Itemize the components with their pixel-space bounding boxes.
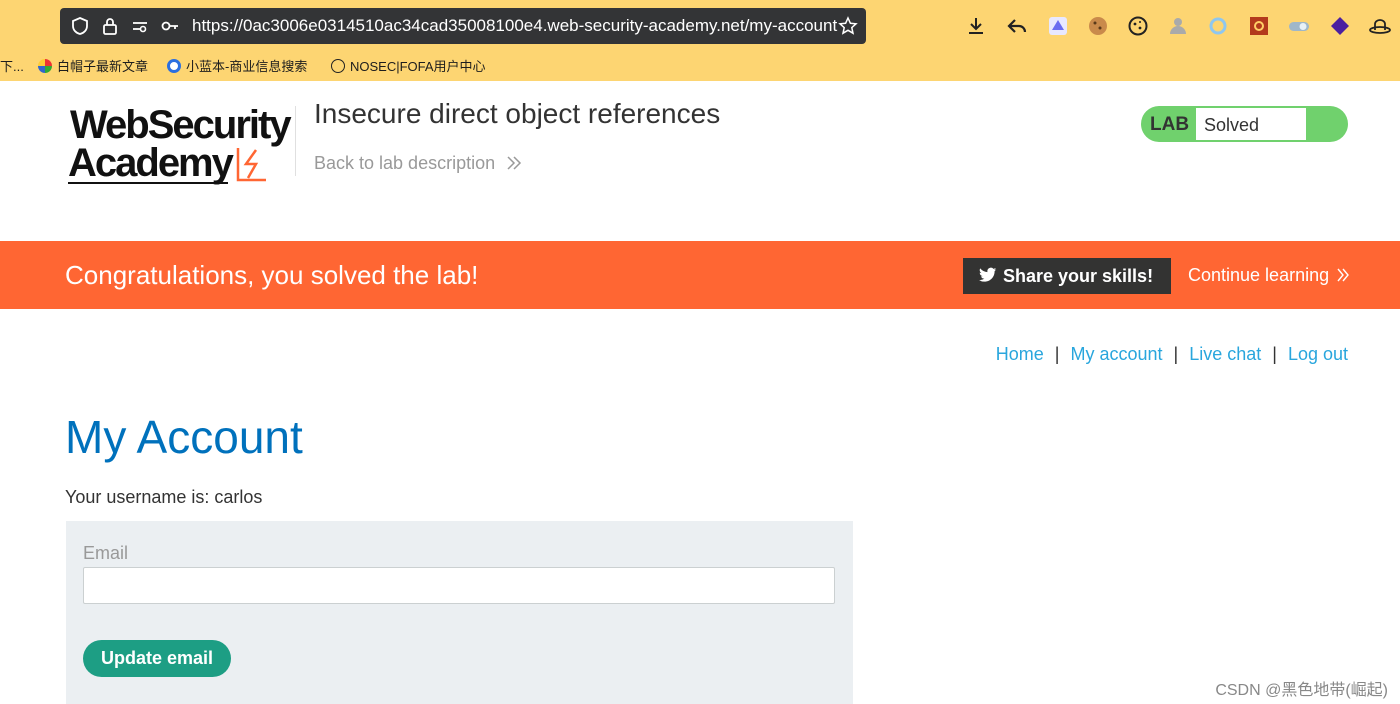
bookmark-label[interactable]: NOSEC|FOFA用户中心: [350, 59, 486, 74]
header-divider: [295, 106, 296, 176]
download-icon[interactable]: [964, 14, 988, 38]
double-chevron-right-icon: [507, 156, 522, 170]
ring-extension-icon[interactable]: [1206, 14, 1230, 38]
cookie-extension-icon[interactable]: [1086, 14, 1110, 38]
lock-icon[interactable]: [100, 16, 120, 36]
blue-q-icon: [167, 59, 181, 73]
browser-chrome: https://0ac3006e0314510ac34cad35008100e4…: [0, 0, 1400, 81]
nav-live-chat[interactable]: Live chat: [1189, 344, 1261, 364]
address-bar[interactable]: https://0ac3006e0314510ac34cad35008100e4…: [60, 8, 866, 44]
nav-log-out[interactable]: Log out: [1288, 344, 1348, 364]
email-label: Email: [83, 543, 129, 563]
page-title: My Account: [65, 411, 303, 463]
bookmark-label[interactable]: 下...: [0, 59, 24, 74]
shield-icon[interactable]: [70, 16, 90, 36]
continue-label[interactable]: Continue learning: [1188, 265, 1329, 285]
nav-my-account[interactable]: My account: [1070, 344, 1162, 364]
bookmark-star-icon[interactable]: [838, 16, 858, 36]
nav-separator: |: [1272, 344, 1277, 364]
permissions-icon[interactable]: [130, 16, 150, 36]
nav-separator: |: [1054, 344, 1060, 364]
bookmark-item[interactable]: 小蓝本-商业信息搜索: [167, 56, 307, 75]
academy-logo[interactable]: WebSecurity Academy: [68, 104, 294, 186]
update-email-button[interactable]: Update email: [83, 640, 231, 677]
colorful-circle-icon: [38, 59, 52, 73]
logo-line-2: Academy: [68, 141, 234, 185]
person-extension-icon[interactable]: [1166, 14, 1190, 38]
share-button-label[interactable]: Share your skills!: [1003, 266, 1153, 286]
solved-banner: Congratulations, you solved the lab! Sha…: [0, 241, 1400, 309]
bookmark-item[interactable]: NOSEC|FOFA用户中心: [331, 56, 486, 75]
back-link-label[interactable]: Back to lab description: [314, 153, 495, 173]
bookmark-label[interactable]: 白帽子最新文章: [57, 59, 148, 74]
csdn-watermark: CSDN @黑色地带(崛起): [1215, 682, 1388, 699]
badge-status: Solved: [1196, 108, 1306, 140]
nav-separator: |: [1173, 344, 1179, 364]
badge-lab-label: LAB: [1150, 114, 1190, 135]
continue-learning-link[interactable]: Continue learning: [1188, 265, 1350, 286]
lab-title: Insecure direct object references: [314, 98, 721, 129]
bookmark-label[interactable]: 小蓝本-商业信息搜索: [186, 59, 307, 74]
username-text: Your username is: carlos: [65, 487, 263, 507]
reply-arrow-icon[interactable]: [1005, 14, 1029, 38]
bookmark-item[interactable]: 下...: [0, 56, 24, 75]
diamond-extension-icon[interactable]: [1328, 14, 1352, 38]
double-chevron-right-icon: [1337, 268, 1350, 282]
logo-bolt-icon: [236, 148, 266, 182]
twitter-icon: [979, 267, 997, 282]
toggle-extension-icon[interactable]: [1287, 14, 1311, 38]
bookmark-item[interactable]: 白帽子最新文章: [38, 56, 148, 75]
extension-bird-icon[interactable]: [1046, 14, 1070, 38]
gear-extension-icon[interactable]: [1247, 14, 1271, 38]
key-icon[interactable]: [160, 16, 180, 36]
congratulations-message: Congratulations, you solved the lab!: [65, 260, 479, 290]
globe-icon: [331, 59, 345, 73]
logo-underline: [68, 182, 228, 184]
bookmarks-bar: 下... 白帽子最新文章 小蓝本-商业信息搜索 NOSEC|FOFA用户中心: [0, 52, 1400, 76]
lab-status-badge: LAB Solved: [1141, 106, 1348, 142]
logo-line-1: WebSecurity: [70, 103, 292, 147]
hat-extension-icon[interactable]: [1368, 14, 1392, 38]
nav-home[interactable]: Home: [996, 344, 1044, 364]
url-text[interactable]: https://0ac3006e0314510ac34cad35008100e4…: [192, 16, 837, 36]
back-to-description-link[interactable]: Back to lab description: [314, 153, 522, 174]
update-email-form: Email Update email: [66, 521, 853, 704]
email-field[interactable]: [83, 567, 835, 604]
top-nav: Home | My account | Live chat | Log out: [996, 344, 1348, 365]
cookie-outline-icon[interactable]: [1126, 14, 1150, 38]
share-skills-button[interactable]: Share your skills!: [963, 258, 1171, 294]
